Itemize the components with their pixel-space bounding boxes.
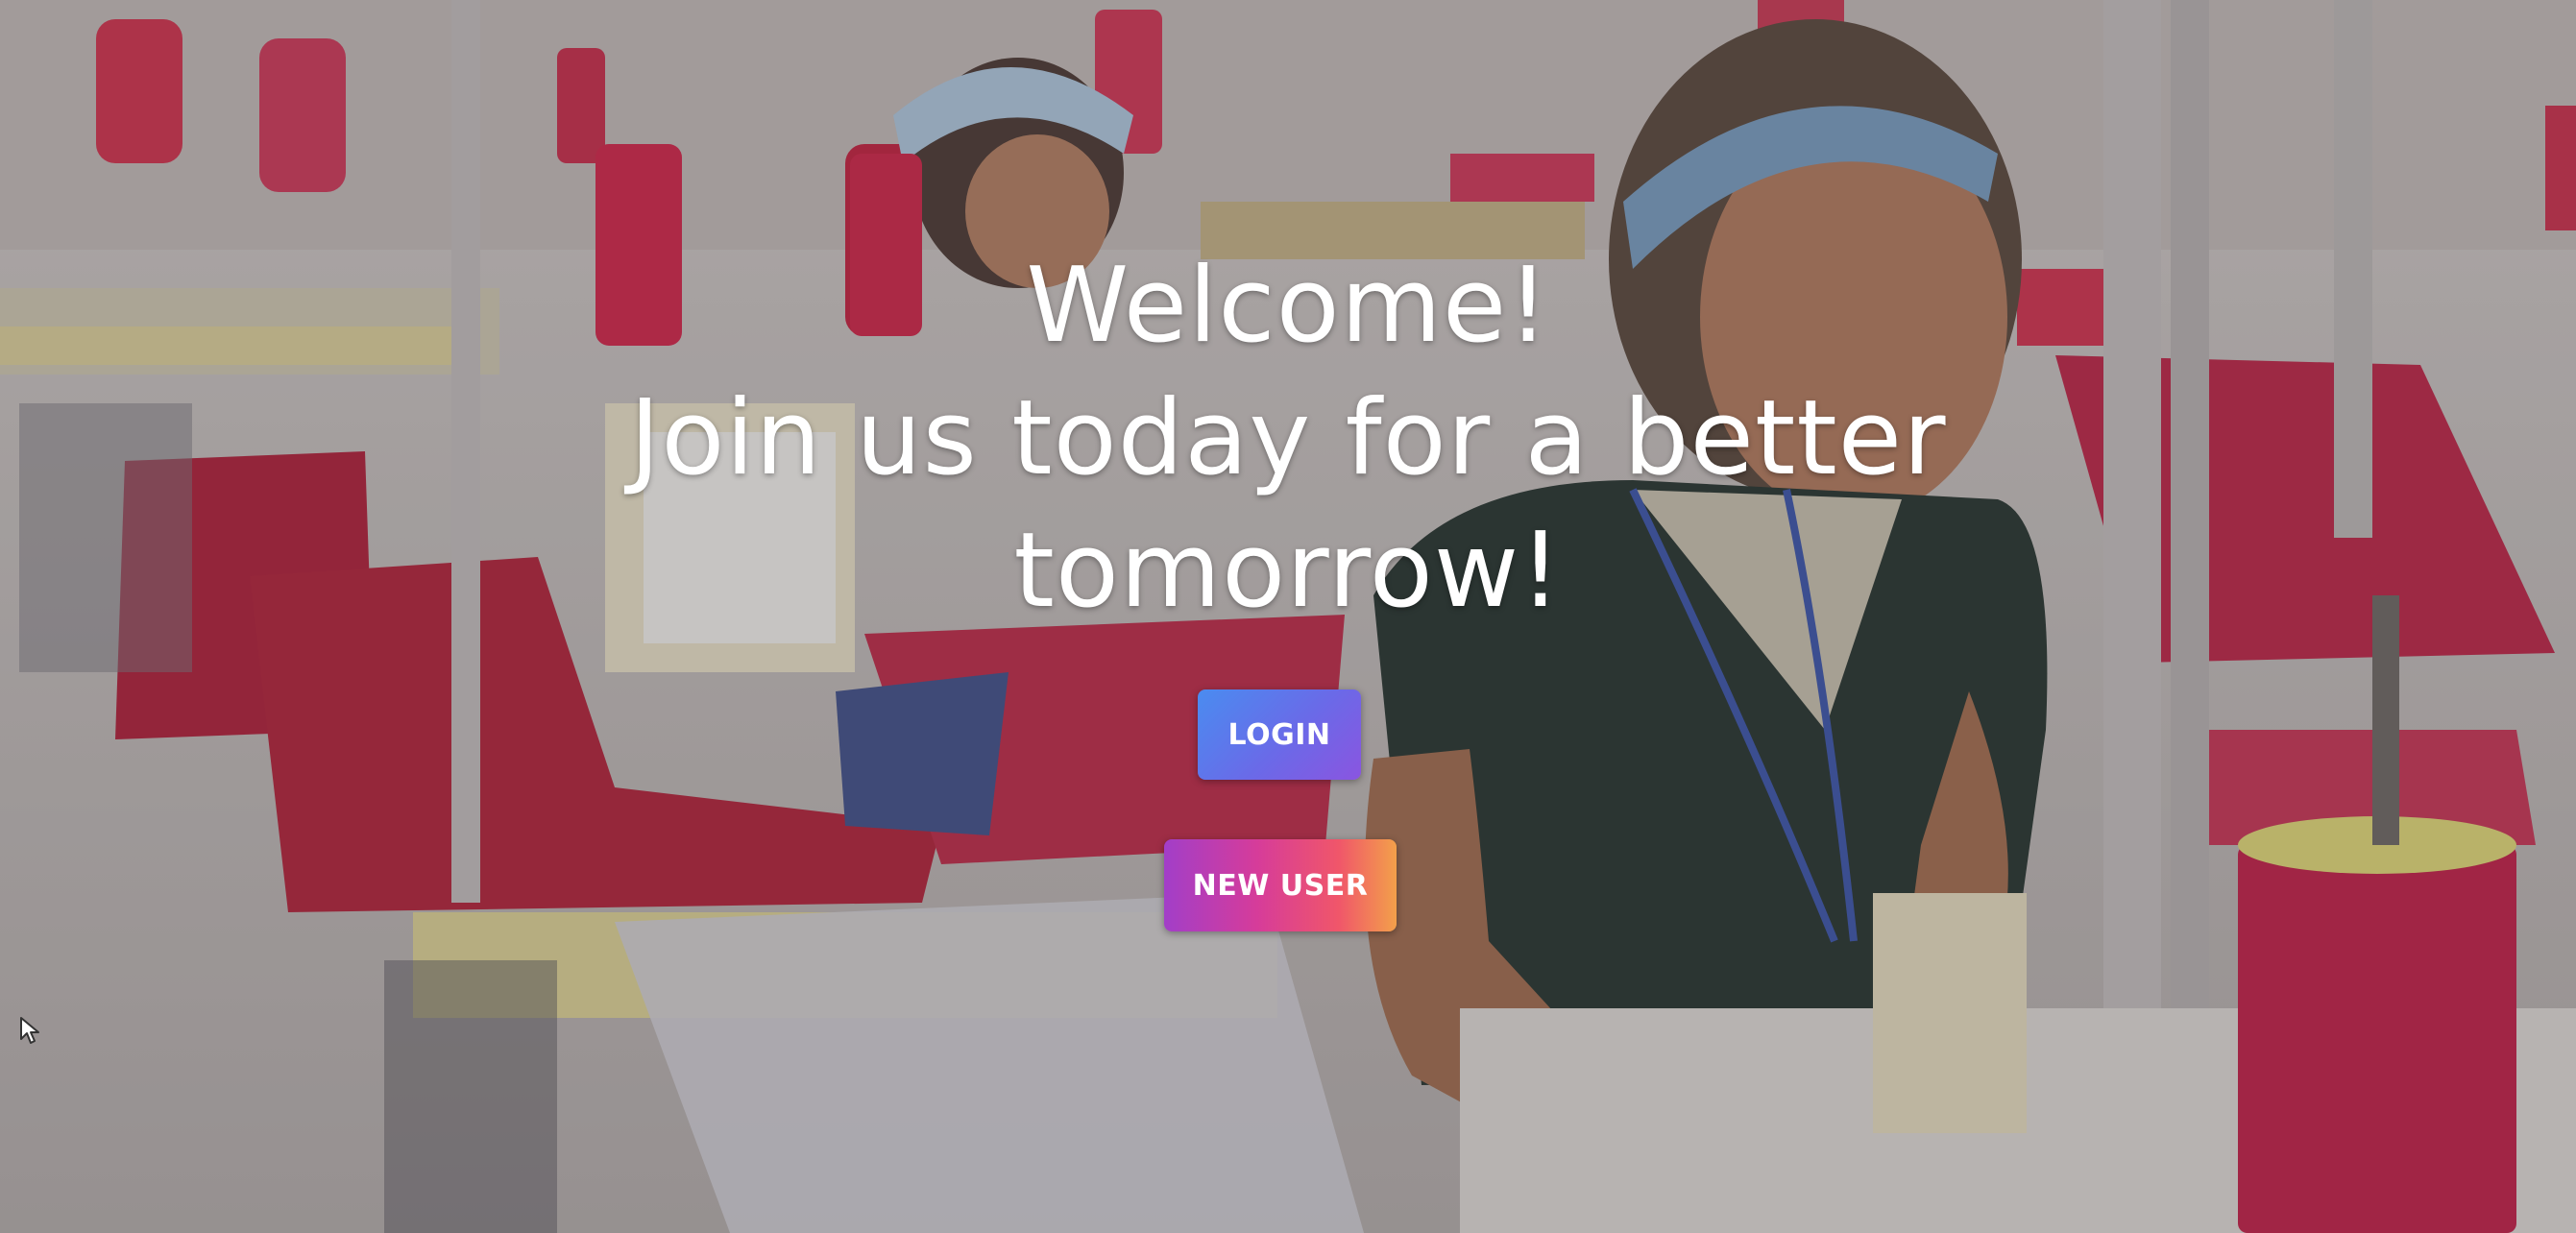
- welcome-heading: Welcome!: [1026, 246, 1550, 366]
- hero-section: Welcome! Join us today for a better tomo…: [0, 240, 2576, 638]
- landing-page: Welcome! Join us today for a better tomo…: [0, 0, 2576, 1233]
- hero-title: Welcome! Join us today for a better tomo…: [0, 240, 2576, 638]
- login-button[interactable]: LOGIN: [1198, 689, 1361, 780]
- mouse-cursor-icon: [19, 1016, 40, 1045]
- tagline-heading: Join us today for a better tomorrow!: [629, 378, 1947, 631]
- new-user-button[interactable]: NEW USER: [1164, 839, 1397, 931]
